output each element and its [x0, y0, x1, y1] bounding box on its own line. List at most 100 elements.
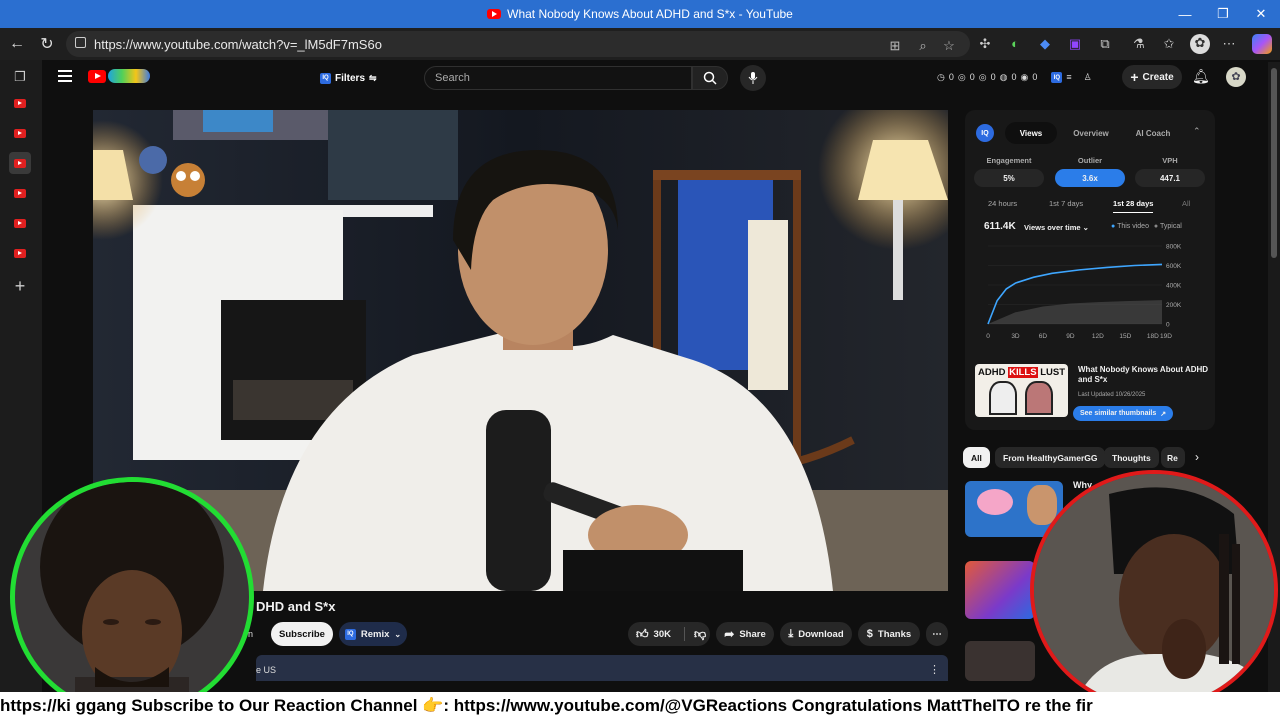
x-tick-label: 0 — [986, 333, 990, 340]
achievement-icon[interactable]: ♙ — [1084, 72, 1092, 83]
copilot-icon[interactable] — [1252, 34, 1272, 54]
chip-thoughts[interactable]: Thoughts — [1104, 447, 1159, 468]
create-button[interactable]: + Create — [1122, 65, 1182, 89]
ticker-text: https://ki ggang Subscribe to Our Reacti… — [0, 696, 1093, 715]
tab-actions-icon[interactable]: ❐ — [11, 68, 29, 86]
extension-icon[interactable]: ⚗ — [1130, 35, 1148, 53]
comment-icon: ◉ — [1020, 72, 1029, 82]
related-video-thumbnail[interactable] — [965, 561, 1035, 619]
back-button[interactable]: ← — [3, 30, 31, 58]
zoom-icon[interactable]: ⌕ — [916, 39, 930, 53]
youtube-icon — [14, 158, 26, 168]
more-actions-button[interactable]: ⋯ — [926, 622, 948, 646]
tab-youtube[interactable] — [11, 124, 29, 142]
range-all[interactable]: All — [1182, 199, 1190, 208]
chevron-right-icon[interactable]: › — [1195, 450, 1199, 464]
address-bar[interactable]: https://www.youtube.com/watch?v=_lM5dF7m… — [66, 31, 970, 57]
clock-icon: ◷ — [937, 72, 945, 82]
like-count[interactable]: 30K — [654, 629, 671, 640]
menu-icon[interactable] — [58, 70, 72, 82]
minimize-button[interactable]: — — [1166, 0, 1204, 28]
microphone-icon — [748, 72, 758, 84]
views-dropdown[interactable]: Views over time ⌄ — [1024, 223, 1089, 232]
extension-icon[interactable]: ✣ — [976, 35, 994, 53]
twitch-icon[interactable]: ▣ — [1066, 35, 1084, 53]
card-updated: Last Updated 10/26/2025 — [1078, 392, 1146, 398]
tab-youtube[interactable] — [11, 94, 29, 112]
youtube-icon — [14, 98, 26, 108]
share-button[interactable]: ➦ Share — [716, 622, 774, 646]
reload-button[interactable]: ↻ — [33, 30, 61, 58]
video-thumbnail[interactable]: ADHD KILLS LUST — [975, 364, 1068, 417]
create-label: Create — [1142, 71, 1174, 83]
vidiq-icon: IQ — [344, 628, 356, 640]
tab-overview[interactable]: Overview — [1063, 122, 1119, 144]
maximize-button[interactable]: ❐ — [1204, 0, 1242, 28]
search-button[interactable] — [692, 66, 728, 90]
close-window-button[interactable]: ✕ — [1242, 0, 1280, 28]
collapse-chevron-icon[interactable]: ⌃ — [1193, 126, 1201, 137]
notifications-bell-icon[interactable]: 🔔︎ — [1192, 68, 1210, 85]
download-icon: ⤓ — [788, 627, 794, 640]
profile-avatar[interactable]: ✿ — [1190, 34, 1210, 54]
voice-search-button[interactable] — [740, 65, 766, 91]
left-webcam-overlay — [10, 477, 254, 717]
thumbs-up-icon[interactable]: 👍︎ — [636, 627, 649, 642]
filters-button[interactable]: IQ Filters ⇋ — [312, 68, 385, 88]
engagement-value: 5% — [974, 169, 1044, 187]
description-menu-icon[interactable]: ⋮ — [929, 663, 940, 676]
tab-youtube[interactable] — [11, 184, 29, 202]
favorites-icon[interactable]: ✩ — [1160, 35, 1178, 53]
doodle-logo[interactable] — [108, 69, 150, 83]
search-input[interactable]: Search — [424, 66, 692, 90]
download-button[interactable]: ⤓ Download — [780, 622, 852, 646]
see-similar-thumbnails-button[interactable]: See similar thumbnails ↗ — [1073, 406, 1174, 421]
list-icon[interactable]: ≡ — [1066, 72, 1071, 83]
range-28-days[interactable]: 1st 28 days — [1113, 199, 1154, 213]
puzzle-icon[interactable]: ⧉ — [1096, 35, 1114, 53]
youtube-header: IQ Filters ⇋ Search ◷ 0 ◎ 0 ◎ 0 ◍ 0 ◉ 0 IQ ≡ … — [42, 60, 1268, 96]
x-tick-label: 3D — [1011, 333, 1020, 340]
tab-ai-coach[interactable]: AI Coach — [1125, 122, 1181, 144]
vidiq-panel: IQ Views Overview AI Coach ⌃ Engagement … — [965, 110, 1215, 430]
x-tick-label: 6D — [1039, 333, 1048, 340]
apps-icon[interactable]: ⊞ — [888, 39, 902, 53]
url-text: https://www.youtube.com/watch?v=_lM5dF7m… — [94, 36, 382, 52]
vidiq-icon[interactable]: IQ — [1051, 72, 1063, 83]
browser-toolbar: ← ↻ https://www.youtube.com/watch?v=_lM5… — [0, 28, 1280, 60]
more-menu-icon[interactable]: ⋯ — [1220, 35, 1238, 53]
thumb-word: ADHD — [978, 367, 1006, 378]
share-icon: ➦ — [724, 627, 735, 641]
favorite-star-icon[interactable]: ☆ — [942, 39, 956, 53]
y-tick-label: 400K — [1166, 283, 1182, 290]
chip-all[interactable]: All — [963, 447, 990, 468]
extension-icon[interactable]: ◆ — [1036, 35, 1054, 53]
thanks-icon: $ — [866, 628, 873, 640]
range-7-days[interactable]: 1st 7 days — [1049, 199, 1083, 208]
tab-youtube[interactable] — [11, 244, 29, 262]
thanks-button[interactable]: $ Thanks — [858, 622, 920, 646]
x-tick-label: 19D — [1160, 333, 1172, 340]
account-avatar[interactable]: ✿ — [1226, 67, 1246, 87]
extension-icon[interactable]: ◐ — [1006, 35, 1024, 53]
chip-from-channel[interactable]: From HealthyGamerGG — [995, 447, 1106, 468]
webcam-image — [1034, 474, 1274, 706]
thumbs-down-icon[interactable]: 👎︎ — [694, 627, 706, 642]
tab-youtube-active[interactable] — [9, 152, 31, 174]
thumb-word: LUST — [1040, 367, 1065, 378]
metric-label: VPH — [1162, 156, 1178, 165]
vidiq-stats: ◷ 0 ◎ 0 ◎ 0 ◍ 0 ◉ 0 IQ ≡ ♙ — [937, 72, 1092, 83]
youtube-icon — [14, 248, 26, 258]
description-box[interactable]: e US ⋮ — [256, 655, 948, 681]
chip-related[interactable]: Re — [1161, 447, 1185, 468]
new-tab-icon[interactable]: + — [11, 276, 29, 296]
range-24-hours[interactable]: 24 hours — [988, 199, 1017, 208]
tab-views[interactable]: Views — [1005, 122, 1057, 144]
youtube-logo[interactable] — [88, 70, 106, 83]
related-video-thumbnail[interactable] — [965, 641, 1035, 681]
metric-label: Outlier — [1077, 156, 1103, 165]
stat-value: 0 — [990, 72, 996, 82]
remix-button[interactable]: IQ Remix ⌄ — [339, 622, 407, 646]
subscribe-button[interactable]: Subscribe — [271, 622, 333, 646]
tab-youtube[interactable] — [11, 214, 29, 232]
